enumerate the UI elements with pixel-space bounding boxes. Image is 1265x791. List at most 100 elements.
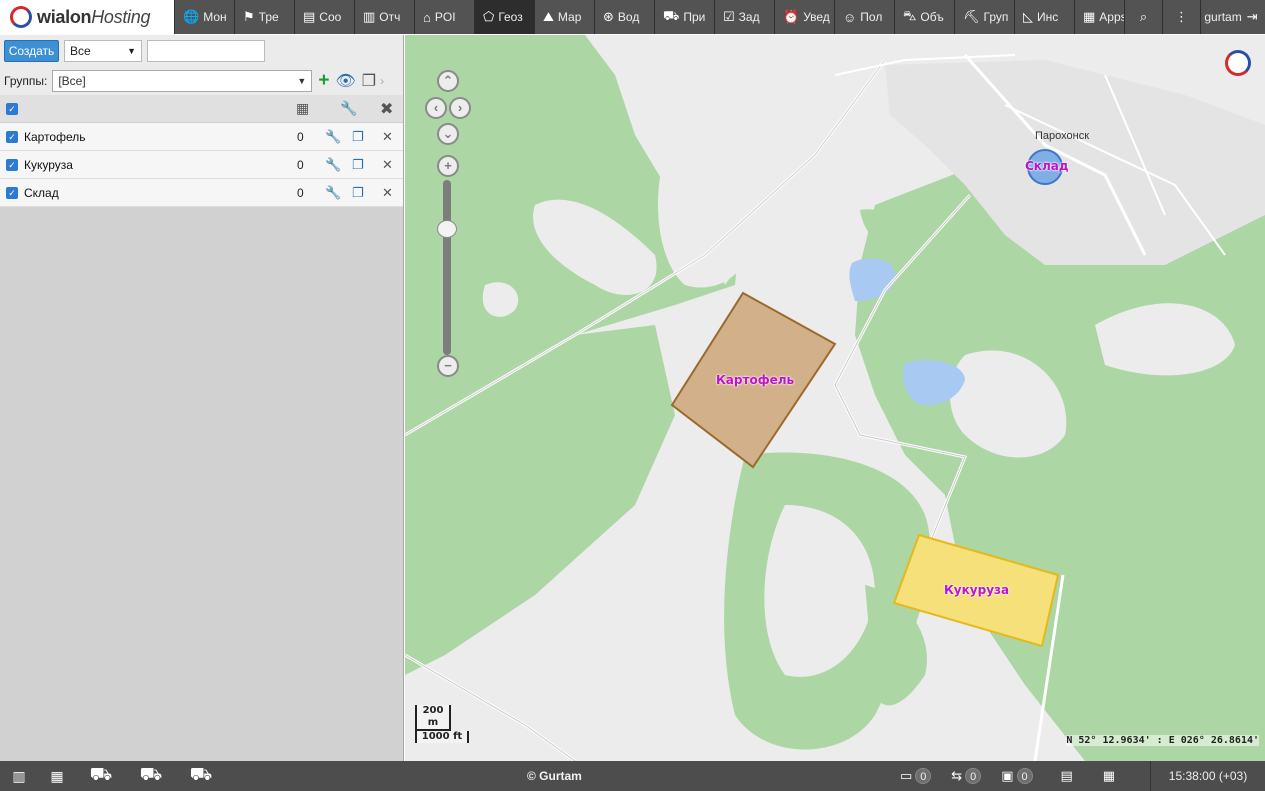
type-filter-select[interactable]: Все ▼	[64, 40, 142, 62]
jobs-icon: ☑	[723, 9, 735, 24]
copy-icon[interactable]: ❐	[352, 157, 364, 173]
unit-name-truck-icon[interactable]: ⛟	[126, 761, 176, 791]
user-name: gurtam	[1204, 10, 1242, 24]
zoom-in-button[interactable]: +	[437, 155, 459, 177]
geofence-count: 0	[297, 185, 304, 200]
geofences-panel: Создать Все ▼ Группы: [Все] ▼ + 👁 ❐ › ✓ …	[0, 35, 404, 761]
unit-truck-icon[interactable]: ⛟	[76, 761, 126, 791]
groups-label: Группы:	[4, 74, 48, 88]
map-settings-icon[interactable]: ▦	[296, 100, 309, 117]
list-item[interactable]: ✓ Склад 0 🔧 ❐ ✕	[0, 179, 403, 207]
nav-tab-drivers[interactable]: ⊛ Вод	[595, 0, 655, 34]
geofence-label-kukuruza: Кукуруза	[944, 583, 1010, 597]
delete-icon[interactable]: ✕	[382, 185, 393, 201]
scale-imperial: 1000 ft	[415, 731, 469, 743]
nav-tab-routes[interactable]: ⛰ Мар	[535, 0, 595, 34]
copy-icon[interactable]: ❐	[362, 71, 376, 91]
drivers-icon: ⊛	[603, 9, 614, 24]
nav-tab-label: При	[683, 10, 706, 24]
poi-icon: ⌂	[423, 9, 431, 25]
messages-icon[interactable]: ▭	[900, 761, 912, 791]
more-menu-button[interactable]: ⋮	[1163, 0, 1201, 34]
commands-icon[interactable]: ⇆	[951, 761, 962, 791]
delete-icon[interactable]: ✕	[382, 129, 393, 145]
search-button[interactable]: ⌕	[1125, 0, 1163, 34]
row-checkbox[interactable]: ✓	[6, 186, 18, 199]
geofence-name[interactable]: Картофель	[24, 130, 86, 144]
row-checkbox[interactable]: ✓	[6, 130, 18, 143]
user-menu[interactable]: gurtam ⇥	[1201, 0, 1265, 34]
row-checkbox[interactable]: ✓	[6, 158, 18, 171]
more-vertical-icon: ⋮	[1175, 9, 1188, 24]
nav-tab-poi[interactable]: ⌂ POI	[415, 0, 475, 34]
users-icon: ☺	[843, 9, 857, 25]
select-all-checkbox[interactable]: ✓	[6, 102, 18, 115]
nav-tab-jobs[interactable]: ☑ Зад	[715, 0, 775, 34]
zoom-slider-track[interactable]	[443, 180, 451, 355]
apps-menu[interactable]: ▦ Apps	[1075, 0, 1125, 34]
pan-down-button[interactable]: ⌄	[437, 123, 459, 145]
nav-tab-label: Зад	[738, 10, 760, 24]
unit-move-truck-icon[interactable]: ⛟	[176, 761, 226, 791]
create-button[interactable]: Создать	[4, 40, 59, 62]
nav-tab-label: Пол	[860, 10, 883, 24]
table-header: ✓ ▦ 🔧 ✖	[0, 95, 403, 123]
nav-tab-trailers[interactable]: ⛟ При	[655, 0, 715, 34]
wrench-icon[interactable]: 🔧	[325, 129, 341, 145]
show-on-map-icon[interactable]: 👁	[335, 71, 355, 91]
nav-tab-users[interactable]: ☺ Пол	[835, 0, 895, 34]
nav-tab-geofence[interactable]: ⬠ Геоз	[475, 0, 535, 34]
nav-tab-tools[interactable]: ◺ Инс	[1015, 0, 1075, 34]
grid-layout-icon[interactable]: ▦	[38, 761, 76, 791]
wrench-icon[interactable]: 🔧	[325, 157, 341, 173]
notifications-icon: ⏰	[783, 9, 800, 24]
nav-tab-label: Тре	[258, 10, 279, 24]
book-icon[interactable]: ▤	[1061, 761, 1073, 791]
reports-icon: ▥	[363, 9, 376, 24]
nav-tab-label: Инс	[1037, 10, 1059, 24]
zoom-slider-handle[interactable]	[437, 220, 457, 238]
nav-tab-flag[interactable]: ⚑ Тре	[235, 0, 295, 34]
search-input[interactable]	[147, 40, 265, 62]
wrench-icon[interactable]: 🔧	[340, 100, 357, 117]
units-icon: ⛍	[903, 8, 917, 23]
nav-tab-units[interactable]: ⛍ Объ	[895, 0, 955, 34]
pan-up-button[interactable]: ⌃	[437, 70, 459, 92]
messages-icon: ▤	[303, 9, 316, 24]
wrench-icon[interactable]: 🔧	[325, 185, 341, 201]
tools-icon: ◺	[1023, 9, 1033, 24]
zoom-out-button[interactable]: −	[437, 355, 459, 377]
nav-tab-reports[interactable]: ▥ Отч	[355, 0, 415, 34]
map-view[interactable]: Парохонск Склад Картофель Кукуруза ⌃ ‹ ›…	[405, 35, 1265, 761]
images-icon[interactable]: ▣	[1001, 761, 1013, 791]
geofence-name[interactable]: Кукуруза	[24, 158, 73, 172]
geofence-list: ✓ Картофель 0 🔧 ❐ ✕ ✓ Кукуруза 0 🔧 ❐ ✕ ✓ Склад 0 🔧 ❐ ✕	[0, 123, 403, 207]
add-group-icon[interactable]: +	[318, 70, 329, 92]
geofence-count: 0	[297, 129, 304, 144]
pan-left-button[interactable]: ‹	[425, 97, 447, 119]
nav-tab-label: Мар	[557, 10, 582, 24]
nav-tab-label: Отч	[379, 10, 401, 24]
nav-tab-label: Мон	[203, 10, 227, 24]
geofence-label-sklad: Склад	[1025, 159, 1069, 173]
delete-icon[interactable]: ✕	[382, 157, 393, 173]
nav-tab-messages[interactable]: ▤ Соо	[295, 0, 355, 34]
search-icon: ⌕	[1139, 9, 1148, 24]
panel-layout-icon[interactable]: ▥	[0, 761, 38, 791]
copy-icon[interactable]: ❐	[352, 129, 364, 145]
list-item[interactable]: ✓ Картофель 0 🔧 ❐ ✕	[0, 123, 403, 151]
geofence-name[interactable]: Склад	[24, 186, 59, 200]
groups-select[interactable]: [Все] ▼	[52, 70, 313, 92]
list-item[interactable]: ✓ Кукуруза 0 🔧 ❐ ✕	[0, 151, 403, 179]
delete-all-icon[interactable]: ✖	[380, 99, 393, 119]
nav-tab-unit-groups[interactable]: ⛏ Груп	[955, 0, 1015, 34]
nav-tab-globe[interactable]: 🌐 Мон	[175, 0, 235, 34]
pan-right-button[interactable]: ›	[449, 97, 471, 119]
monitor-icon[interactable]: ▦	[1103, 761, 1115, 791]
groups-select-value: [Все]	[58, 74, 86, 88]
nav-tab-notifications[interactable]: ⏰ Увед	[775, 0, 835, 34]
wialon-logo[interactable]: wialonHosting	[0, 0, 175, 34]
chevron-right-icon[interactable]: ›	[380, 74, 384, 88]
copy-icon[interactable]: ❐	[352, 185, 364, 201]
map-logo-icon	[1225, 50, 1251, 76]
